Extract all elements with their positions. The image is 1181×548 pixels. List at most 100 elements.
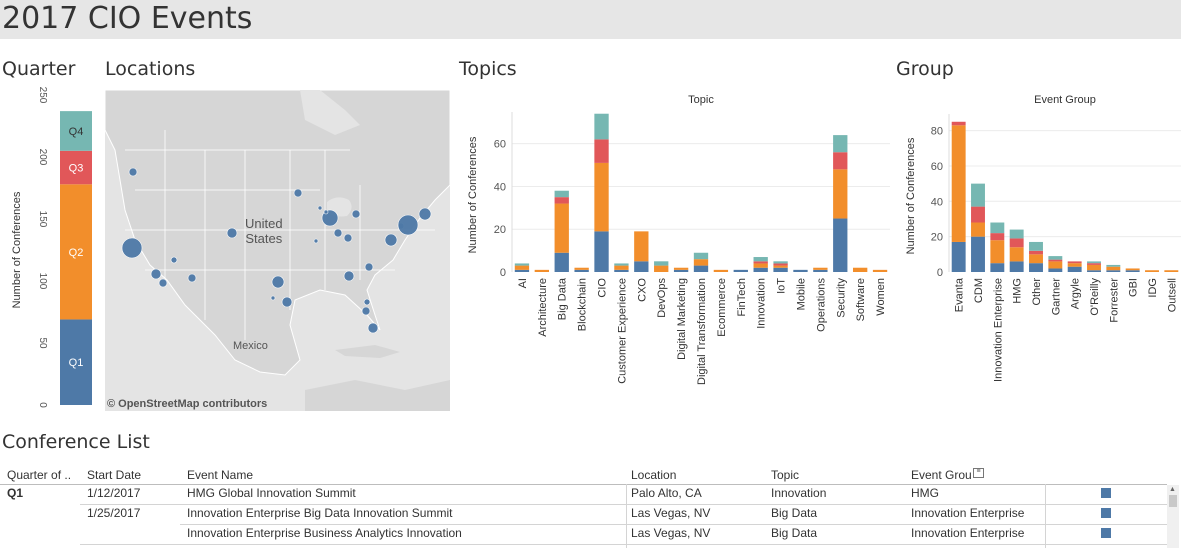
bar-segment[interactable] (594, 139, 609, 163)
bar-segment[interactable] (634, 261, 649, 272)
bar-segment[interactable] (654, 261, 669, 266)
location-bubble[interactable] (271, 275, 285, 289)
location-bubble[interactable] (128, 167, 138, 177)
bar-segment[interactable] (693, 259, 709, 266)
location-bubble[interactable] (226, 227, 238, 239)
bar-segment[interactable] (833, 152, 848, 170)
location-bubble[interactable] (343, 233, 353, 243)
bar-segment[interactable] (534, 269, 550, 272)
bar-segment[interactable] (594, 231, 609, 272)
bar-segment[interactable] (1087, 263, 1101, 265)
bar-segment[interactable] (951, 241, 966, 272)
bar-segment[interactable] (594, 162, 609, 232)
bar-segment[interactable] (971, 236, 985, 272)
location-bubble[interactable] (270, 295, 276, 301)
bar-segment[interactable] (554, 203, 569, 253)
bar-segment[interactable] (614, 265, 629, 270)
location-bubble[interactable] (281, 296, 293, 308)
bar-segment[interactable] (990, 263, 1005, 272)
bar-segment[interactable] (833, 218, 848, 272)
bar-segment[interactable] (574, 269, 589, 272)
bar-segment[interactable] (753, 267, 768, 272)
scrollbar-thumb[interactable] (1169, 495, 1177, 507)
bar-segment[interactable] (1125, 268, 1140, 271)
bar-segment[interactable] (833, 169, 848, 219)
bar-segment[interactable] (971, 206, 985, 223)
bar-segment[interactable] (1164, 270, 1179, 272)
location-bubble[interactable] (363, 298, 371, 306)
location-bubble[interactable] (293, 188, 303, 198)
bar-segment[interactable] (514, 263, 530, 266)
bar-segment[interactable] (753, 263, 768, 268)
bar-segment[interactable] (1009, 261, 1024, 272)
location-bubble[interactable] (317, 205, 323, 211)
bar-segment[interactable] (872, 269, 888, 272)
col-header-start-date[interactable]: Start Date (87, 468, 141, 482)
scroll-up-icon[interactable]: ▲ (1169, 486, 1176, 493)
bar-segment[interactable] (1106, 270, 1121, 272)
bar-segment[interactable] (1106, 266, 1121, 271)
bar-segment[interactable] (1048, 259, 1063, 262)
bar-segment[interactable] (1029, 241, 1043, 251)
location-bubble[interactable] (150, 268, 162, 280)
bar-segment[interactable] (1125, 270, 1140, 272)
bar-segment[interactable] (773, 261, 788, 264)
bar-segment[interactable] (554, 190, 569, 198)
bar-segment[interactable] (1048, 261, 1063, 269)
bar-segment[interactable] (733, 269, 748, 272)
bar-segment[interactable] (990, 222, 1005, 234)
bar-segment[interactable] (833, 135, 848, 153)
bar-segment[interactable] (1087, 270, 1101, 272)
bar-segment[interactable] (1048, 256, 1063, 260)
locations-map[interactable]: United States Mexico © OpenStreetMap con… (105, 90, 450, 411)
location-bubble[interactable] (323, 209, 329, 215)
bar-segment[interactable] (852, 267, 868, 272)
location-bubble[interactable] (418, 207, 432, 221)
bar-segment[interactable] (990, 240, 1005, 264)
bar-segment[interactable] (1145, 270, 1159, 272)
topic-chart[interactable]: Topic Number of Conferences 0 20 40 60 AI Archi… (462, 88, 892, 408)
quarter-chart[interactable]: 0 50 100 150 200 250 Number of Conferences Q1 Q2… (0, 85, 100, 415)
col-header-event-name[interactable]: Event Name (187, 468, 253, 482)
bar-segment[interactable] (1029, 263, 1043, 272)
location-bubble[interactable] (397, 214, 419, 236)
bar-segment[interactable] (773, 263, 788, 266)
location-bubble[interactable] (313, 238, 319, 244)
bar-segment[interactable] (1009, 238, 1024, 248)
bar-segment[interactable] (1009, 247, 1024, 262)
bar-segment[interactable] (753, 257, 768, 262)
location-bubble[interactable] (364, 262, 374, 272)
location-bubble[interactable] (351, 209, 361, 219)
bar-segment[interactable] (951, 125, 966, 242)
bar-segment[interactable] (614, 269, 629, 272)
bar-segment[interactable] (1067, 266, 1082, 272)
bar-segment[interactable] (813, 267, 828, 270)
bar-segment[interactable] (1029, 254, 1043, 264)
bar-segment[interactable] (951, 121, 966, 126)
bar-segment[interactable] (1087, 264, 1101, 271)
bar-segment[interactable] (693, 265, 709, 272)
bar-segment[interactable] (574, 267, 589, 270)
bar-segment[interactable] (753, 261, 768, 264)
bar-segment[interactable] (673, 269, 689, 272)
location-bubble[interactable] (367, 322, 379, 334)
bar-segment[interactable] (773, 265, 788, 268)
event-group-chart[interactable]: Event Group Number of Conferences 0 20 40 60 8… (896, 88, 1181, 408)
bar-segment[interactable] (813, 269, 828, 272)
bar-segment[interactable] (554, 252, 569, 272)
location-bubble[interactable] (170, 256, 178, 264)
bar-segment[interactable] (614, 263, 629, 266)
bar-segment[interactable] (1067, 263, 1082, 267)
col-header-topic[interactable]: Topic (771, 468, 799, 482)
col-header-location[interactable]: Location (631, 468, 676, 482)
bar-segment[interactable] (594, 113, 609, 140)
location-bubble[interactable] (333, 228, 343, 238)
location-bubble[interactable] (158, 278, 168, 288)
bar-segment[interactable] (971, 222, 985, 237)
location-bubble[interactable] (343, 270, 355, 282)
bar-segment[interactable] (793, 269, 808, 272)
bar-segment[interactable] (971, 183, 985, 207)
location-bubble[interactable] (121, 237, 143, 259)
location-bubble[interactable] (384, 233, 398, 247)
bar-segment[interactable] (1048, 268, 1063, 272)
